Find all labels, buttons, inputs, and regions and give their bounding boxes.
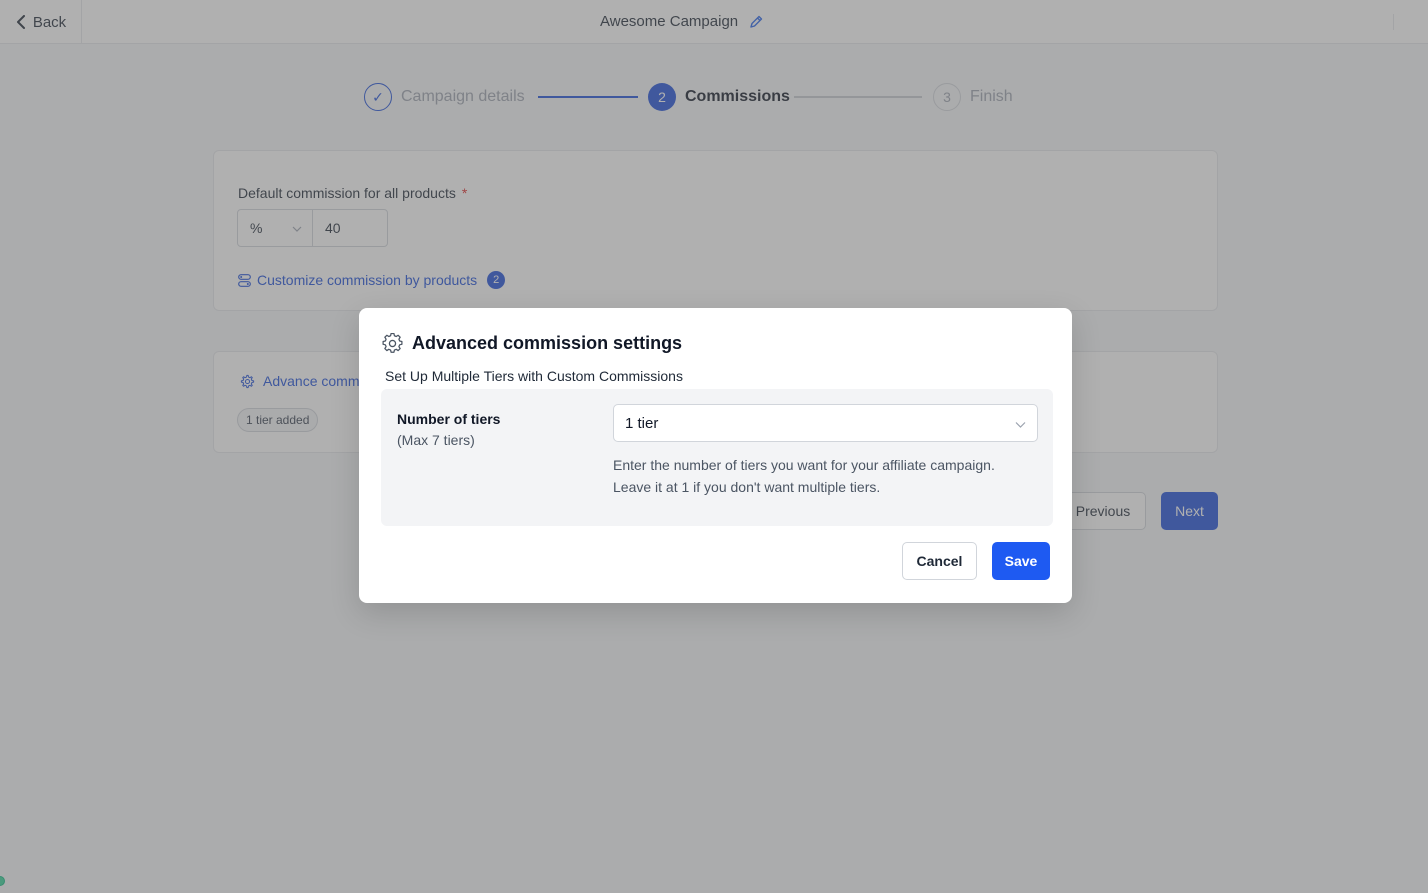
tier-settings-panel: Number of tiers (Max 7 tiers) 1 tier Ent…: [381, 389, 1053, 526]
tiers-select[interactable]: 1 tier: [613, 404, 1038, 442]
modal-title: Advanced commission settings: [412, 333, 683, 353]
tiers-selected-value: 1 tier: [625, 414, 659, 432]
help-line: Leave it at 1 if you don't want multiple…: [613, 478, 881, 495]
chevron-down-icon: [1015, 422, 1026, 428]
gear-icon: [382, 333, 403, 353]
tiers-max-hint: (Max 7 tiers): [397, 432, 475, 448]
cancel-button[interactable]: Cancel: [902, 542, 977, 580]
modal-header: Advanced commission settings: [382, 333, 682, 354]
tiers-label: Number of tiers: [397, 411, 501, 427]
save-button[interactable]: Save: [992, 542, 1050, 580]
tiers-help-text: Enter the number of tiers you want for y…: [613, 455, 1033, 498]
advanced-commission-modal: Advanced commission settings Set Up Mult…: [359, 308, 1072, 603]
help-line: Enter the number of tiers you want for y…: [613, 457, 995, 473]
modal-subtitle: Set Up Multiple Tiers with Custom Commis…: [385, 368, 683, 384]
